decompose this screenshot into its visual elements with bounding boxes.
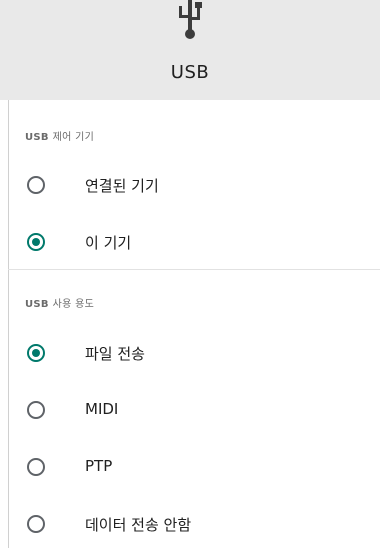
radio-button-selected[interactable] xyxy=(27,233,45,251)
section-label-text: 사용 용도 xyxy=(52,299,95,310)
option-label: PTP xyxy=(85,457,113,475)
option-label: MIDI xyxy=(85,400,119,418)
option-midi[interactable]: MIDI xyxy=(8,385,380,435)
page-title: USB xyxy=(170,62,210,83)
radio-button-selected[interactable] xyxy=(27,344,45,362)
section-label-prefix: USB xyxy=(25,132,49,143)
section-label-text: 제어 기기 xyxy=(52,132,95,143)
section-label-usb-controller: USB 제어 기기 xyxy=(25,128,94,143)
option-ptp[interactable]: PTP xyxy=(8,442,380,492)
radio-button[interactable] xyxy=(27,176,45,194)
header: USB xyxy=(0,0,380,100)
radio-button[interactable] xyxy=(27,458,45,476)
option-label: 파일 전송 xyxy=(85,345,145,363)
option-connected-device[interactable]: 연결된 기기 xyxy=(8,160,380,210)
section-label-usb-use: USB 사용 용도 xyxy=(25,295,94,310)
option-label: 이 기기 xyxy=(85,234,132,252)
section-divider xyxy=(8,269,380,270)
radio-button[interactable] xyxy=(27,401,45,419)
radio-button[interactable] xyxy=(27,515,45,533)
usb-icon xyxy=(179,0,202,39)
option-label: 연결된 기기 xyxy=(85,177,159,195)
option-this-device[interactable]: 이 기기 xyxy=(8,217,380,267)
usb-preferences-screen: USB USB 제어 기기 연결된 기기 이 기기 USB 사용 용도 파일 전… xyxy=(0,0,380,548)
option-file-transfer[interactable]: 파일 전송 xyxy=(8,328,380,378)
option-no-data-transfer[interactable]: 데이터 전송 안함 xyxy=(8,499,380,548)
option-label: 데이터 전송 안함 xyxy=(85,516,192,534)
section-label-prefix: USB xyxy=(25,299,49,310)
